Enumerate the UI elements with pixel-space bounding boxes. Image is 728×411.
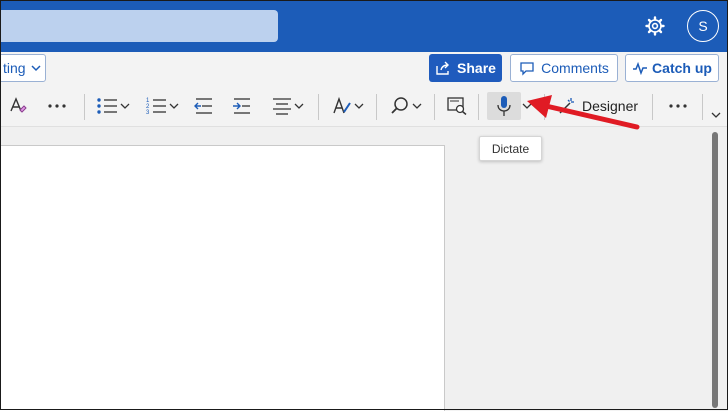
styles-icon — [333, 96, 351, 114]
command-bar: ting Share Comments Catch up — [0, 52, 728, 86]
more-icon — [48, 104, 66, 108]
chevron-down-icon — [522, 103, 532, 109]
decrease-indent-button[interactable] — [192, 92, 216, 120]
chevron-down-icon — [711, 112, 721, 118]
clear-formatting-button[interactable] — [6, 92, 30, 120]
tooltip-text: Dictate — [491, 141, 530, 156]
search-icon — [391, 97, 408, 114]
increase-indent-button[interactable] — [230, 92, 254, 120]
title-bar: S — [0, 0, 728, 52]
ribbon-divider — [702, 94, 703, 120]
chevron-down-icon — [294, 103, 304, 109]
catch-up-button[interactable]: Catch up — [625, 54, 719, 82]
ribbon-divider — [318, 94, 319, 120]
ribbon-divider — [434, 94, 435, 120]
document-page[interactable] — [0, 145, 445, 411]
expand-ribbon-button[interactable] — [707, 106, 725, 124]
dictate-dropdown[interactable] — [521, 92, 533, 120]
clear-formatting-icon — [10, 97, 27, 113]
gear-icon — [645, 16, 665, 36]
ribbon-divider — [652, 94, 653, 120]
chevron-down-icon — [31, 65, 41, 72]
styles-button[interactable] — [328, 92, 368, 120]
bullets-button[interactable] — [94, 92, 132, 120]
ribbon-divider — [84, 94, 85, 120]
decrease-indent-icon — [194, 98, 212, 114]
svg-text:3: 3 — [146, 110, 150, 115]
ribbon-divider — [478, 94, 479, 120]
align-button[interactable] — [268, 92, 308, 120]
designer-icon — [559, 98, 574, 114]
designer-label: Designer — [581, 98, 639, 114]
share-button[interactable]: Share — [429, 54, 502, 82]
chevron-down-icon — [169, 103, 179, 109]
find-button[interactable] — [386, 92, 426, 120]
immersive-reader-button[interactable] — [444, 92, 470, 120]
vertical-scrollbar[interactable] — [712, 132, 718, 408]
settings-button[interactable] — [642, 13, 668, 39]
dictate-tooltip: Dictate — [479, 136, 542, 161]
increase-indent-icon — [233, 98, 250, 114]
share-label: Share — [457, 60, 496, 76]
designer-button[interactable]: Designer — [554, 92, 642, 120]
chevron-down-icon — [120, 103, 130, 109]
comments-label: Comments — [541, 60, 609, 76]
more-formatting-button[interactable] — [44, 92, 70, 120]
activity-icon — [633, 61, 648, 75]
avatar[interactable]: S — [687, 10, 719, 42]
more-icon — [669, 104, 687, 108]
editing-mode-label: ting — [3, 60, 26, 76]
catch-up-label: Catch up — [652, 60, 712, 76]
chevron-down-icon — [354, 103, 364, 109]
more-options-button[interactable] — [664, 92, 692, 120]
dictate-button[interactable] — [487, 92, 521, 120]
chevron-down-icon — [412, 103, 422, 109]
bullets-icon — [97, 98, 117, 114]
numbering-icon: 123 — [146, 98, 166, 115]
ribbon-divider — [544, 94, 545, 120]
share-icon — [436, 61, 450, 75]
ribbon-divider — [376, 94, 377, 120]
search-box[interactable] — [0, 10, 278, 42]
immersive-reader-icon — [447, 97, 467, 115]
align-icon — [273, 98, 291, 115]
comment-icon — [520, 62, 534, 76]
editing-mode-button[interactable]: ting — [0, 54, 46, 82]
ribbon-toolbar: 123 Designer — [0, 86, 728, 127]
numbering-button[interactable]: 123 — [142, 92, 182, 120]
comments-button[interactable]: Comments — [510, 54, 618, 82]
microphone-icon — [497, 96, 511, 116]
